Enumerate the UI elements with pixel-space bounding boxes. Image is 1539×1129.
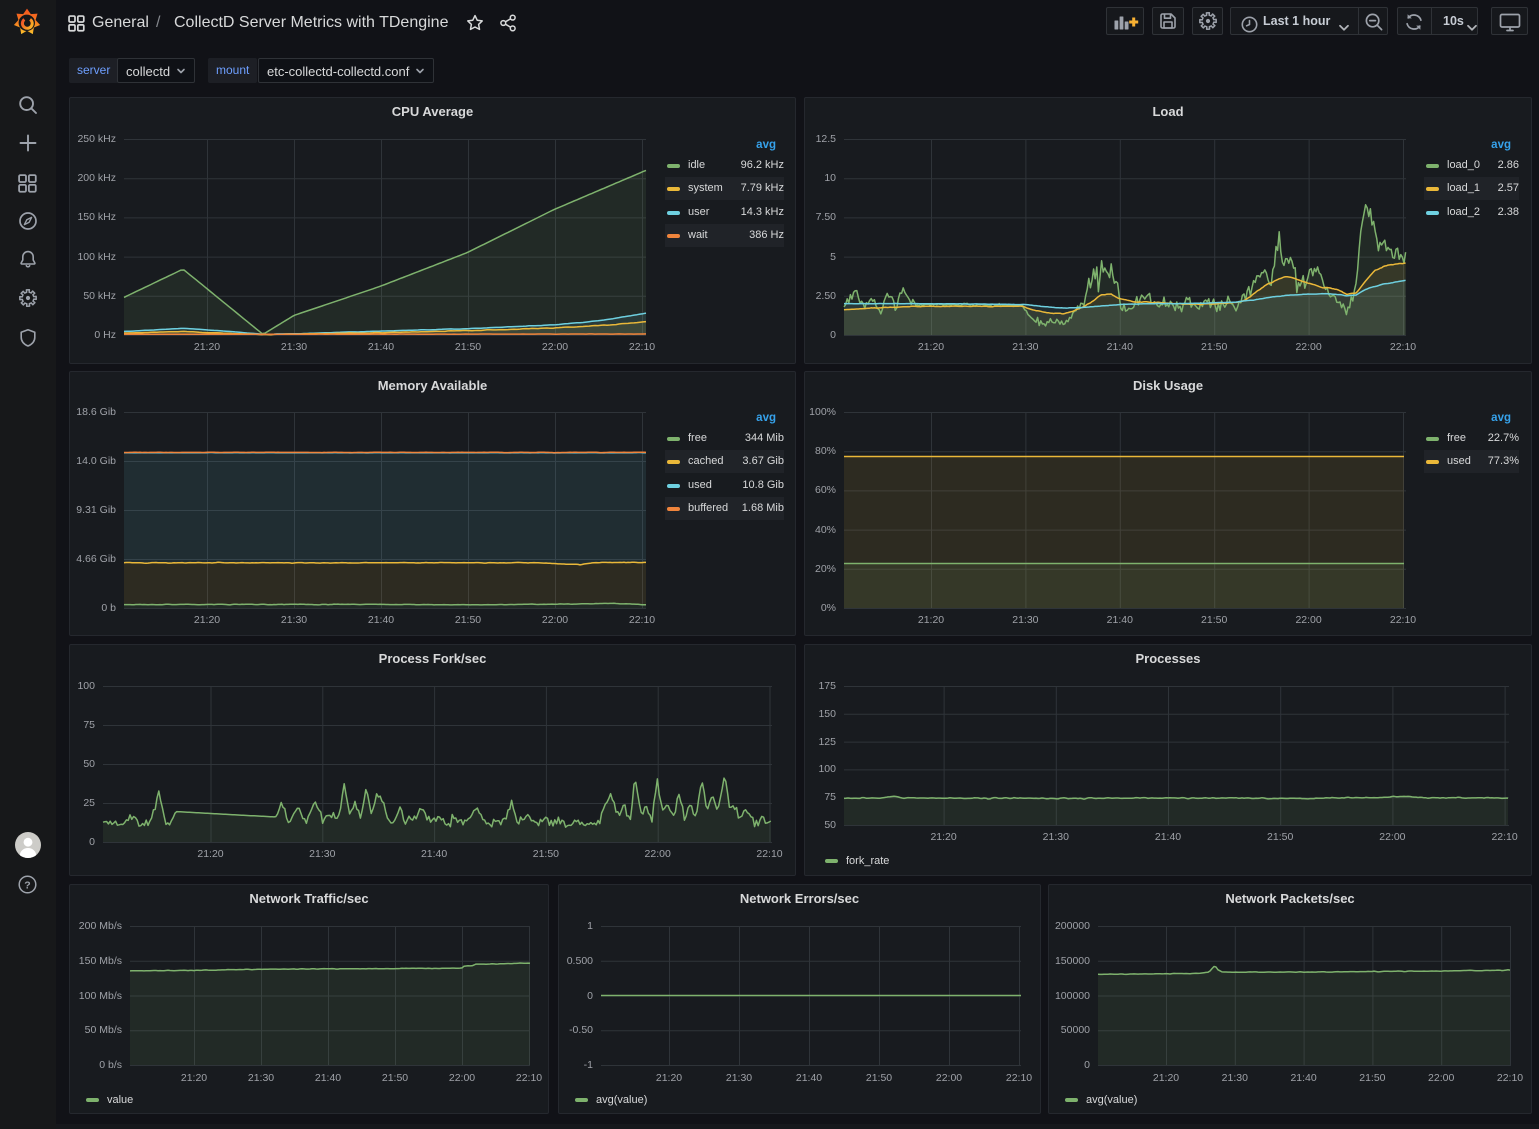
- svg-text:?: ?: [24, 879, 30, 891]
